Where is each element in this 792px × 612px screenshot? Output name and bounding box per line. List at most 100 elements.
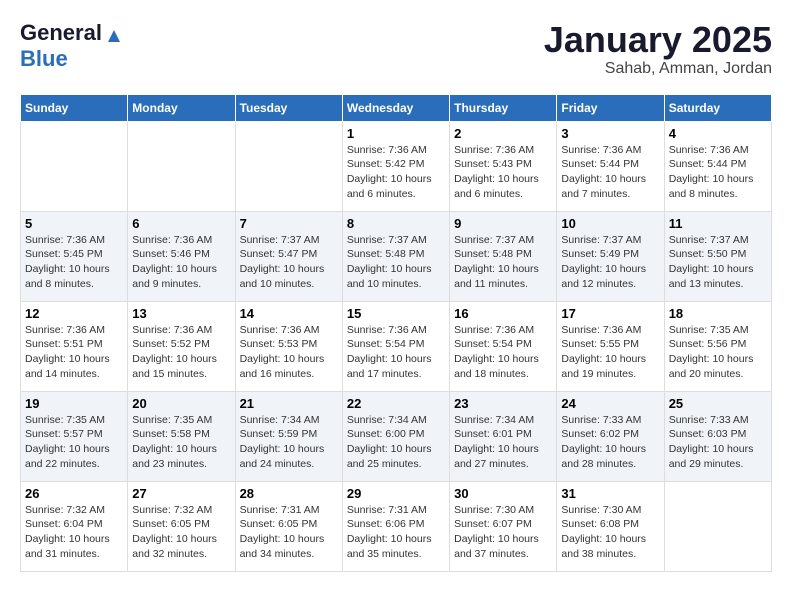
calendar-header: SundayMondayTuesdayWednesdayThursdayFrid… — [21, 94, 772, 121]
page-title: January 2025 — [544, 20, 772, 60]
weekday-row: SundayMondayTuesdayWednesdayThursdayFrid… — [21, 94, 772, 121]
day-info: Sunrise: 7:35 AM Sunset: 5:58 PM Dayligh… — [132, 413, 230, 472]
calendar-cell: 24 Sunrise: 7:33 AM Sunset: 6:02 PM Dayli… — [557, 391, 664, 481]
calendar-cell: 17Sunrise: 7:36 AM Sunset: 5:55 PM Dayli… — [557, 301, 664, 391]
day-info: Sunrise: 7:36 AM Sunset: 5:51 PM Dayligh… — [25, 323, 123, 382]
day-number: 25 — [669, 396, 767, 411]
calendar-cell: 21 Sunrise: 7:34 AM Sunset: 5:59 PM Dayli… — [235, 391, 342, 481]
day-info: Sunrise: 7:30 AM Sunset: 6:08 PM Dayligh… — [561, 503, 659, 562]
day-info: Sunrise: 7:35 AM Sunset: 5:56 PM Dayligh… — [669, 323, 767, 382]
calendar-cell: 7 Sunrise: 7:37 AM Sunset: 5:47 PM Daylig… — [235, 211, 342, 301]
calendar-cell — [664, 481, 771, 571]
day-number: 9 — [454, 216, 552, 231]
title-block: January 2025 Sahab, Amman, Jordan — [544, 20, 772, 78]
calendar-cell: 28 Sunrise: 7:31 AM Sunset: 6:05 PM Dayli… — [235, 481, 342, 571]
day-number: 2 — [454, 126, 552, 141]
calendar-cell: 31 Sunrise: 7:30 AM Sunset: 6:08 PM Dayli… — [557, 481, 664, 571]
page-header: General Blue January 2025 Sahab, Amman, … — [20, 20, 772, 78]
weekday-header-sunday: Sunday — [21, 94, 128, 121]
weekday-header-saturday: Saturday — [664, 94, 771, 121]
calendar-cell: 20 Sunrise: 7:35 AM Sunset: 5:58 PM Dayli… — [128, 391, 235, 481]
day-number: 7 — [240, 216, 338, 231]
calendar-cell: 10Sunrise: 7:37 AM Sunset: 5:49 PM Dayli… — [557, 211, 664, 301]
logo: General Blue — [20, 20, 122, 72]
day-number: 24 — [561, 396, 659, 411]
day-number: 15 — [347, 306, 445, 321]
calendar-week-row: 19Sunrise: 7:35 AM Sunset: 5:57 PM Dayli… — [21, 391, 772, 481]
day-number: 5 — [25, 216, 123, 231]
page-subtitle: Sahab, Amman, Jordan — [544, 60, 772, 78]
day-number: 21 — [240, 396, 338, 411]
calendar-table: SundayMondayTuesdayWednesdayThursdayFrid… — [20, 94, 772, 572]
day-number: 3 — [561, 126, 659, 141]
calendar-week-row: 5 Sunrise: 7:36 AM Sunset: 5:45 PM Daylig… — [21, 211, 772, 301]
day-number: 31 — [561, 486, 659, 501]
calendar-cell: 18 Sunrise: 7:35 AM Sunset: 5:56 PM Dayli… — [664, 301, 771, 391]
day-number: 30 — [454, 486, 552, 501]
day-info: Sunrise: 7:36 AM Sunset: 5:45 PM Dayligh… — [25, 233, 123, 292]
calendar-week-row: 1 Sunrise: 7:36 AM Sunset: 5:42 PM Daylig… — [21, 121, 772, 211]
calendar-cell: 4 Sunrise: 7:36 AM Sunset: 5:44 PM Daylig… — [664, 121, 771, 211]
day-info: Sunrise: 7:34 AM Sunset: 6:01 PM Dayligh… — [454, 413, 552, 472]
day-number: 8 — [347, 216, 445, 231]
day-number: 23 — [454, 396, 552, 411]
calendar-cell — [128, 121, 235, 211]
logo-blue: Blue — [20, 46, 68, 72]
calendar-cell: 22 Sunrise: 7:34 AM Sunset: 6:00 PM Dayli… — [342, 391, 449, 481]
day-number: 29 — [347, 486, 445, 501]
day-info: Sunrise: 7:36 AM Sunset: 5:53 PM Dayligh… — [240, 323, 338, 382]
calendar-week-row: 12Sunrise: 7:36 AM Sunset: 5:51 PM Dayli… — [21, 301, 772, 391]
calendar-cell: 1 Sunrise: 7:36 AM Sunset: 5:42 PM Daylig… — [342, 121, 449, 211]
day-number: 27 — [132, 486, 230, 501]
logo-icon — [106, 28, 122, 44]
calendar-body: 1 Sunrise: 7:36 AM Sunset: 5:42 PM Daylig… — [21, 121, 772, 571]
day-number: 22 — [347, 396, 445, 411]
calendar-cell: 15Sunrise: 7:36 AM Sunset: 5:54 PM Dayli… — [342, 301, 449, 391]
weekday-header-monday: Monday — [128, 94, 235, 121]
calendar-cell: 12Sunrise: 7:36 AM Sunset: 5:51 PM Dayli… — [21, 301, 128, 391]
day-info: Sunrise: 7:36 AM Sunset: 5:42 PM Dayligh… — [347, 143, 445, 202]
day-info: Sunrise: 7:30 AM Sunset: 6:07 PM Dayligh… — [454, 503, 552, 562]
day-number: 19 — [25, 396, 123, 411]
logo-general: General — [20, 20, 102, 45]
day-info: Sunrise: 7:34 AM Sunset: 6:00 PM Dayligh… — [347, 413, 445, 472]
day-info: Sunrise: 7:36 AM Sunset: 5:55 PM Dayligh… — [561, 323, 659, 382]
calendar-cell: 27 Sunrise: 7:32 AM Sunset: 6:05 PM Dayli… — [128, 481, 235, 571]
calendar-cell — [235, 121, 342, 211]
calendar-cell: 19Sunrise: 7:35 AM Sunset: 5:57 PM Dayli… — [21, 391, 128, 481]
day-info: Sunrise: 7:37 AM Sunset: 5:48 PM Dayligh… — [454, 233, 552, 292]
day-number: 14 — [240, 306, 338, 321]
day-number: 28 — [240, 486, 338, 501]
day-info: Sunrise: 7:37 AM Sunset: 5:47 PM Dayligh… — [240, 233, 338, 292]
day-number: 26 — [25, 486, 123, 501]
calendar-cell: 5 Sunrise: 7:36 AM Sunset: 5:45 PM Daylig… — [21, 211, 128, 301]
day-info: Sunrise: 7:37 AM Sunset: 5:50 PM Dayligh… — [669, 233, 767, 292]
day-number: 1 — [347, 126, 445, 141]
day-number: 6 — [132, 216, 230, 231]
calendar-cell: 8 Sunrise: 7:37 AM Sunset: 5:48 PM Daylig… — [342, 211, 449, 301]
day-info: Sunrise: 7:31 AM Sunset: 6:05 PM Dayligh… — [240, 503, 338, 562]
day-info: Sunrise: 7:34 AM Sunset: 5:59 PM Dayligh… — [240, 413, 338, 472]
day-number: 11 — [669, 216, 767, 231]
day-number: 10 — [561, 216, 659, 231]
calendar-cell: 2 Sunrise: 7:36 AM Sunset: 5:43 PM Daylig… — [450, 121, 557, 211]
day-info: Sunrise: 7:36 AM Sunset: 5:44 PM Dayligh… — [561, 143, 659, 202]
day-info: Sunrise: 7:36 AM Sunset: 5:44 PM Dayligh… — [669, 143, 767, 202]
calendar-cell — [21, 121, 128, 211]
day-info: Sunrise: 7:36 AM Sunset: 5:54 PM Dayligh… — [454, 323, 552, 382]
calendar-week-row: 26Sunrise: 7:32 AM Sunset: 6:04 PM Dayli… — [21, 481, 772, 571]
calendar-cell: 30 Sunrise: 7:30 AM Sunset: 6:07 PM Dayli… — [450, 481, 557, 571]
day-info: Sunrise: 7:37 AM Sunset: 5:48 PM Dayligh… — [347, 233, 445, 292]
day-number: 18 — [669, 306, 767, 321]
day-info: Sunrise: 7:31 AM Sunset: 6:06 PM Dayligh… — [347, 503, 445, 562]
day-info: Sunrise: 7:36 AM Sunset: 5:43 PM Dayligh… — [454, 143, 552, 202]
weekday-header-thursday: Thursday — [450, 94, 557, 121]
weekday-header-friday: Friday — [557, 94, 664, 121]
calendar-cell: 3 Sunrise: 7:36 AM Sunset: 5:44 PM Daylig… — [557, 121, 664, 211]
day-number: 4 — [669, 126, 767, 141]
day-number: 20 — [132, 396, 230, 411]
calendar-cell: 9 Sunrise: 7:37 AM Sunset: 5:48 PM Daylig… — [450, 211, 557, 301]
day-info: Sunrise: 7:32 AM Sunset: 6:05 PM Dayligh… — [132, 503, 230, 562]
day-info: Sunrise: 7:33 AM Sunset: 6:02 PM Dayligh… — [561, 413, 659, 472]
calendar-cell: 26Sunrise: 7:32 AM Sunset: 6:04 PM Dayli… — [21, 481, 128, 571]
